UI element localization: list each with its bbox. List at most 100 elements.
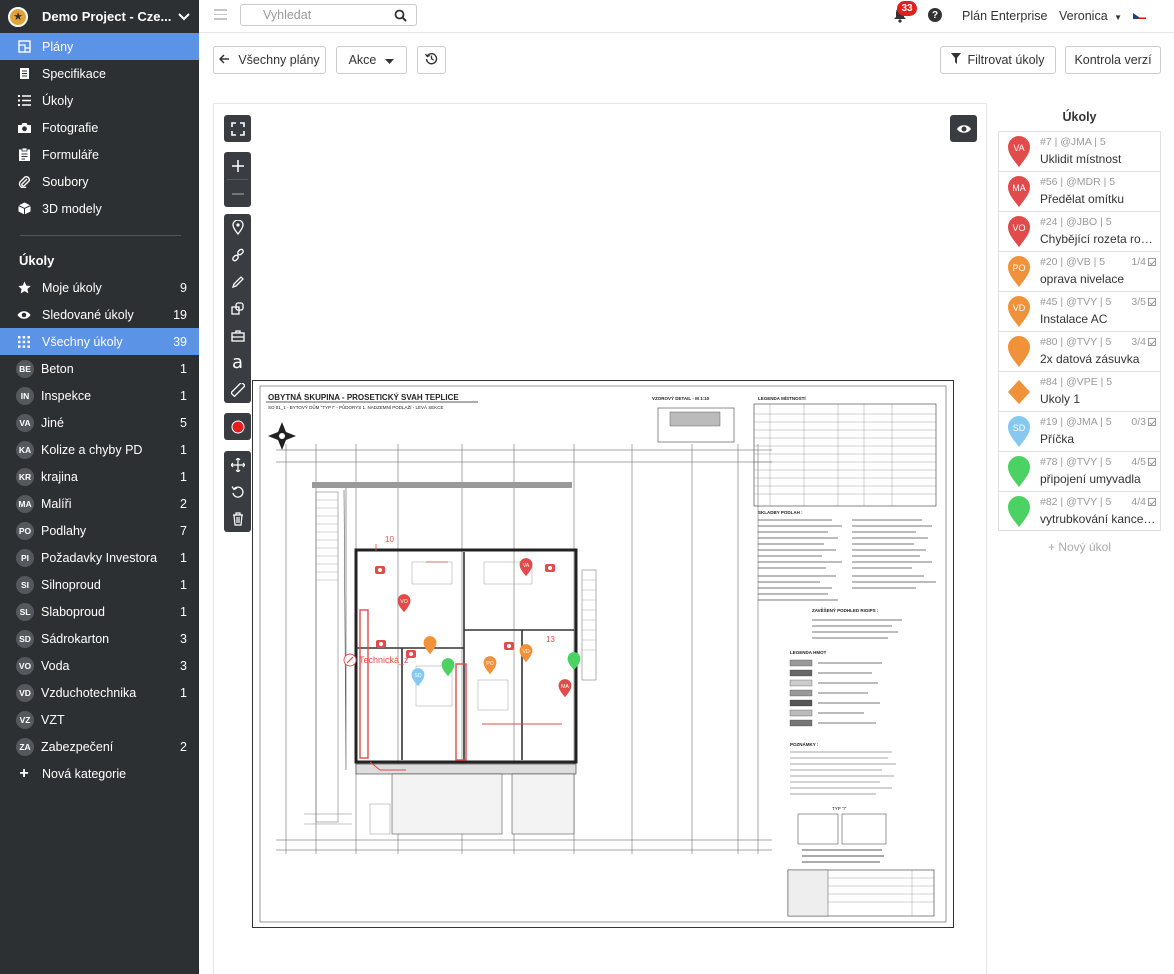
czech-flag-icon[interactable]	[1133, 10, 1146, 19]
nav-item-6[interactable]: 3D modely	[0, 195, 199, 222]
task-meta: #45 | @TVY | 5	[1040, 296, 1112, 308]
category-badge: VO	[16, 656, 34, 675]
trash-icon[interactable]	[224, 505, 251, 532]
project-switcher[interactable]: ★ Demo Project - Cze...	[0, 0, 199, 33]
task-category-item[interactable]: VO Voda 3	[0, 652, 199, 679]
version-check-button[interactable]: Kontrola verzí	[1065, 46, 1161, 74]
fullscreen-icon[interactable]	[224, 115, 251, 142]
task-category-item[interactable]: SI Silnoproud 1	[0, 571, 199, 598]
camera-marker[interactable]	[376, 640, 386, 648]
map-pin-icon[interactable]	[224, 214, 251, 241]
search-icon[interactable]	[394, 9, 407, 25]
user-menu[interactable]: Veronica ▼	[1059, 9, 1122, 23]
nav-item-3[interactable]: Fotografie	[0, 114, 199, 141]
checkbox-icon	[1148, 298, 1156, 306]
eye-icon[interactable]	[950, 115, 977, 142]
all-plans-button[interactable]: Všechny plány	[213, 46, 326, 74]
task-card[interactable]: MA #56 | @MDR | 5 Předělat omítku	[998, 171, 1161, 211]
nav-item-label: Plány	[42, 39, 74, 54]
task-card[interactable]: #82 | @TVY | 5 4/4 vytrubkování kancelář…	[998, 491, 1161, 531]
ruler-icon[interactable]	[224, 376, 251, 403]
task-filter-1[interactable]: Sledované úkoly 19	[0, 301, 199, 328]
plans-icon	[17, 40, 31, 54]
task-category-item[interactable]: SL Slaboproud 1	[0, 598, 199, 625]
tasks-panel-title: Úkoly	[1062, 110, 1097, 124]
task-card[interactable]: SD #19 | @JMA | 5 0/3 Příčka	[998, 411, 1161, 451]
task-filter-count: 19	[173, 307, 187, 322]
task-category-item[interactable]: ZA Zabezpečení 2	[0, 733, 199, 760]
camera-marker[interactable]	[504, 642, 514, 650]
history-icon	[424, 52, 438, 68]
zoom-in-icon[interactable]	[224, 152, 251, 179]
text-tool-icon[interactable]: a	[224, 349, 251, 376]
task-card[interactable]: VD #45 | @TVY | 5 3/5 Instalace AC	[998, 291, 1161, 331]
task-category-item[interactable]: SD Sádrokarton 3	[0, 625, 199, 652]
shapes-icon[interactable]	[224, 295, 251, 322]
task-category-item[interactable]: BE Beton 1	[0, 355, 199, 382]
nav-item-2[interactable]: Úkoly	[0, 87, 199, 114]
search-input[interactable]	[263, 8, 383, 22]
pencil-icon[interactable]	[224, 268, 251, 295]
record-icon[interactable]	[224, 413, 251, 440]
floor-plan-drawing[interactable]: OBYTNÁ SKUPINA - PROSETICKÝ SVAH TEPLICE…	[252, 380, 954, 928]
plus-icon: +	[19, 764, 29, 782]
plan-viewer[interactable]: a OBYTNÁ SKUPINA - PROSETICKÝ SVAH TEPLI…	[213, 103, 987, 974]
task-card[interactable]: #84 | @VPE | 5 Ukoly 1	[998, 371, 1161, 411]
hamburger-icon[interactable]	[214, 9, 227, 20]
task-filter-0[interactable]: Moje úkoly 9	[0, 274, 199, 301]
dimension-label: 13	[546, 635, 555, 644]
category-label: Malíři	[41, 496, 72, 511]
task-category-item[interactable]: VD Vzduchotechnika 1	[0, 679, 199, 706]
task-card[interactable]: PO #20 | @VB | 5 1/4 oprava nivelace	[998, 251, 1161, 291]
checkbox-icon	[1148, 498, 1156, 506]
new-category-button[interactable]: + Nová kategorie	[0, 760, 199, 787]
checkbox-icon	[1148, 418, 1156, 426]
nav-item-1[interactable]: Specifikace	[0, 60, 199, 87]
move-icon[interactable]	[224, 451, 251, 478]
checkbox-icon	[1148, 338, 1156, 346]
task-category-item[interactable]: MA Malíři 2	[0, 490, 199, 517]
camera-marker[interactable]	[545, 564, 555, 572]
task-filter-count: 39	[173, 334, 187, 349]
svg-text:VA: VA	[523, 563, 530, 569]
task-category-item[interactable]: PI Požadavky Investora 1	[0, 544, 199, 571]
task-category-item[interactable]: VA Jiné 5	[0, 409, 199, 436]
edit-toolbar	[224, 451, 251, 532]
svg-text:LEGENDA MÍSTNOSTÍ: LEGENDA MÍSTNOSTÍ	[758, 394, 806, 401]
task-filter-2[interactable]: Všechny úkoly 39	[0, 328, 199, 355]
nav-item-4[interactable]: Formuláře	[0, 141, 199, 168]
camera-marker[interactable]	[406, 650, 416, 658]
camera-marker[interactable]	[375, 566, 385, 574]
task-category-item[interactable]: KA Kolize a chyby PD 1	[0, 436, 199, 463]
task-card[interactable]: #78 | @TVY | 5 4/5 připojení umyvadla	[998, 451, 1161, 491]
category-label: Sádrokarton	[41, 631, 110, 646]
nav-item-0[interactable]: Plány	[0, 33, 199, 60]
zoom-out-icon[interactable]	[224, 180, 251, 207]
category-badge: SI	[16, 575, 34, 594]
task-pin-icon	[1007, 336, 1031, 368]
task-card[interactable]: VO #24 | @JBO | 5 Chybějící rozeta roháč…	[998, 211, 1161, 251]
toolbox-icon[interactable]	[224, 322, 251, 349]
category-label: Beton	[41, 361, 74, 376]
category-count: 1	[180, 577, 187, 592]
notification-count-badge: 33	[897, 1, 917, 16]
rotate-icon[interactable]	[224, 478, 251, 505]
svg-text:SD: SD	[414, 673, 422, 679]
nav-item-5[interactable]: Soubory	[0, 168, 199, 195]
actions-dropdown[interactable]: Akce	[336, 46, 407, 74]
link-icon[interactable]	[224, 241, 251, 268]
task-card[interactable]: #80 | @TVY | 5 3/4 2x datová zásuvka	[998, 331, 1161, 371]
history-button[interactable]	[417, 46, 446, 74]
task-category-item[interactable]: PO Podlahy 7	[0, 517, 199, 544]
task-category-item[interactable]: VZ VZT	[0, 706, 199, 733]
category-label: Slaboproud	[41, 604, 105, 619]
help-icon[interactable]: ?	[928, 8, 942, 22]
filter-tasks-button[interactable]: Filtrovat úkoly	[940, 46, 1056, 74]
svg-text:MA: MA	[561, 684, 569, 690]
new-task-button[interactable]: + Nový úkol	[998, 531, 1161, 563]
task-progress: 1/4	[1131, 256, 1156, 268]
materials-legend-title: LEGENDA HMOT	[790, 650, 827, 655]
task-category-item[interactable]: KR krajina 1	[0, 463, 199, 490]
task-category-item[interactable]: IN Inspekce 1	[0, 382, 199, 409]
task-card[interactable]: VA #7 | @JMA | 5 Uklidit místnost	[998, 131, 1161, 171]
